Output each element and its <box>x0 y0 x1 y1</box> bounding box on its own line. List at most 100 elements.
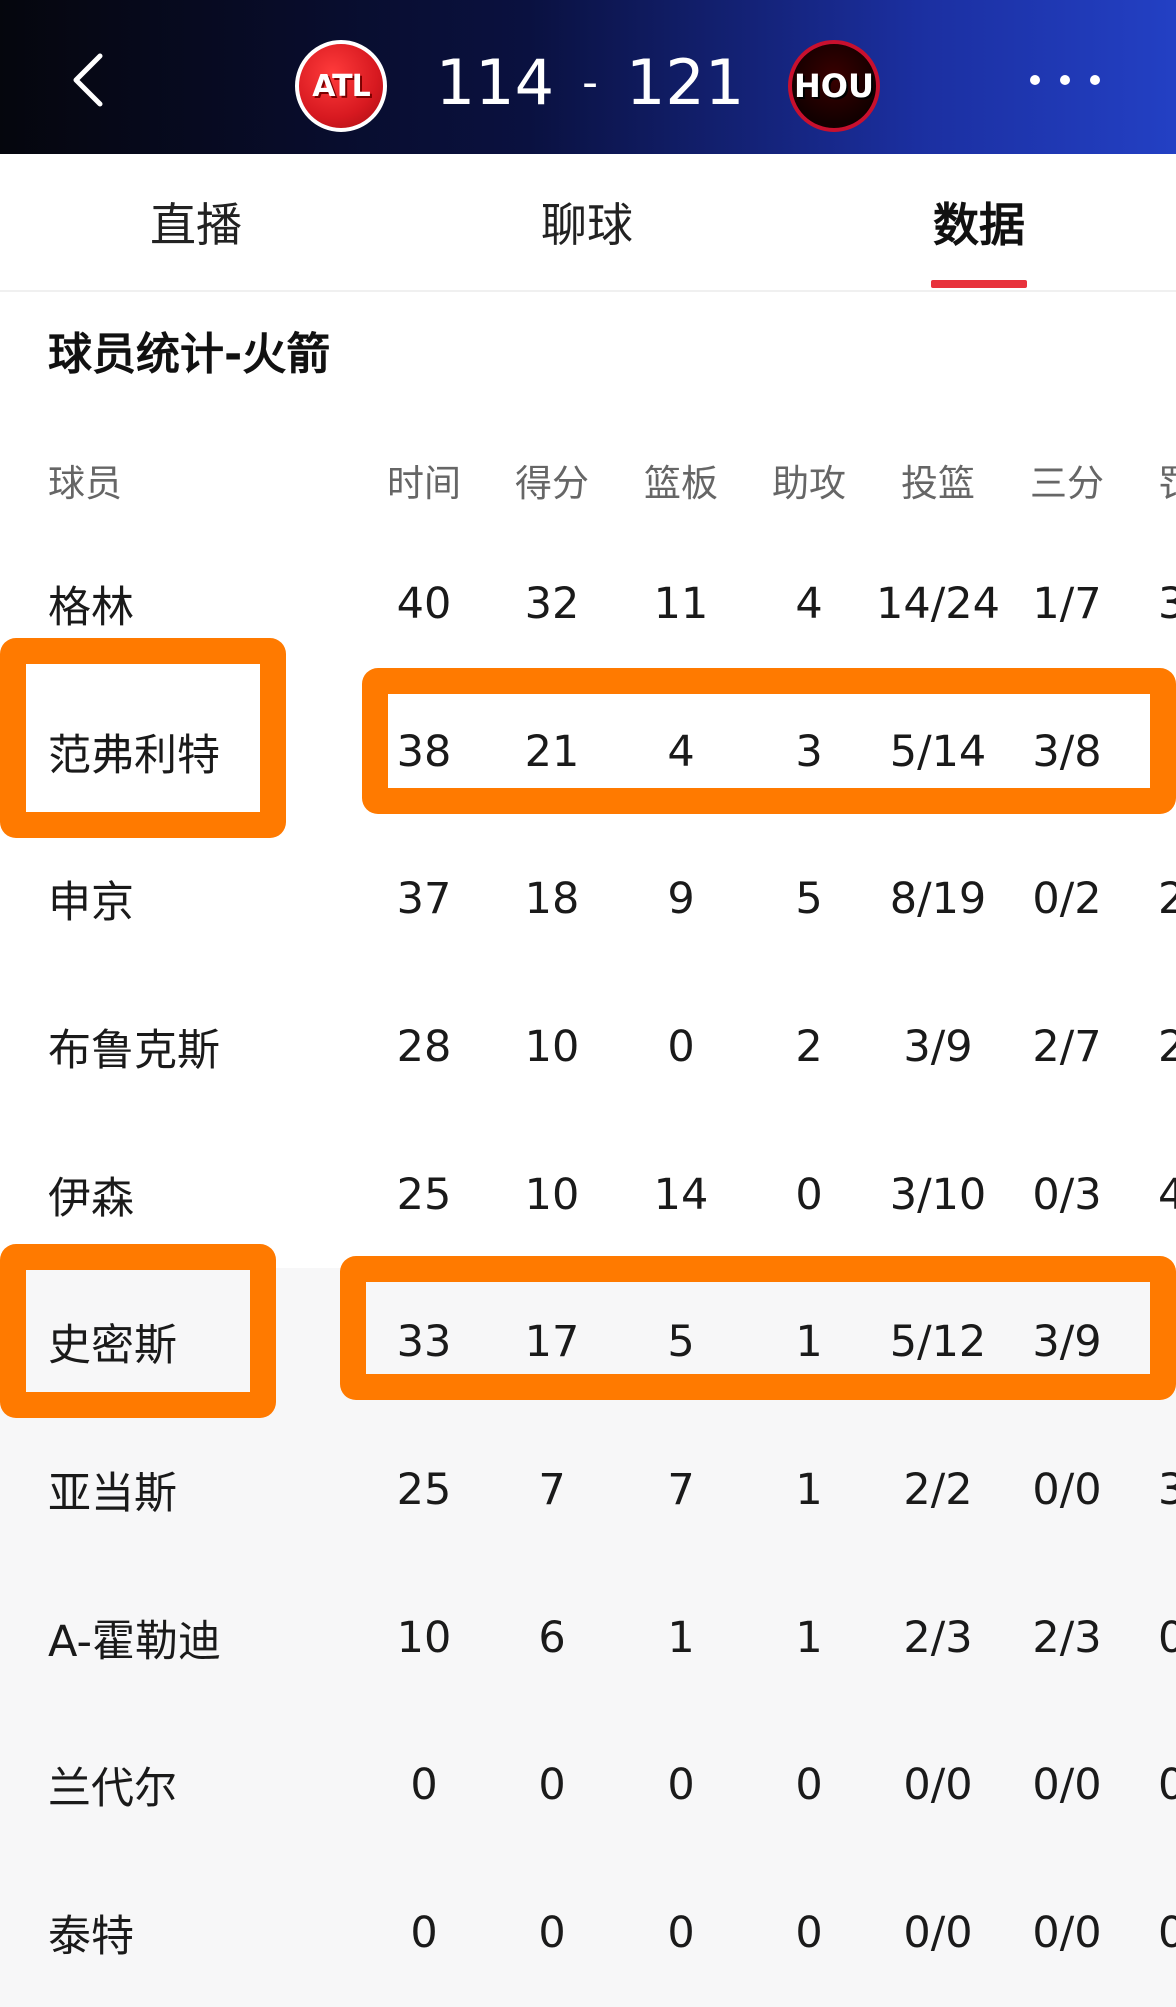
stat-cell: 0 <box>1158 1612 1176 1663</box>
stat-cell: 0 <box>538 1908 566 1959</box>
home-score: 114 <box>435 45 555 119</box>
stat-cell: 4 <box>1158 1169 1176 1220</box>
highlight-box-stats <box>362 668 1176 814</box>
stat-cell: 2/3 <box>903 1612 973 1663</box>
tab-bar: 直播 聊球 数据 <box>0 154 1176 292</box>
home-team-abbr: ATL <box>312 68 370 104</box>
more-button[interactable] <box>1030 70 1100 90</box>
column-header[interactable]: 篮板 <box>626 430 736 530</box>
player-name[interactable]: 亚当斯 <box>48 1416 348 1564</box>
player-name[interactable]: 泰特 <box>48 1859 348 2007</box>
stat-cell: 2/7 <box>1032 1021 1102 1072</box>
more-dots-icon <box>1090 75 1100 85</box>
stat-cell: 0/2 <box>1032 874 1102 925</box>
stat-cell: 18 <box>524 874 580 925</box>
stat-cell: 10 <box>524 1021 580 1072</box>
tab-live[interactable]: 直播 <box>96 190 296 260</box>
game-header: ATL 114 - 121 HOU <box>0 0 1176 154</box>
stat-cell: 3 <box>1158 1464 1176 1515</box>
chevron-left-icon <box>73 53 103 107</box>
highlight-box-name <box>0 638 286 838</box>
stat-cell: 2 <box>1158 1021 1176 1072</box>
stat-cell: 0/0 <box>1032 1908 1102 1959</box>
stat-cell: 8/19 <box>889 874 987 925</box>
table-row[interactable]: 兰代尔 0 0 0 0 0/0 0/0 0 <box>0 1711 1176 1860</box>
stat-cell: 37 <box>396 874 452 925</box>
stat-cell: 28 <box>396 1021 452 1072</box>
back-button[interactable] <box>58 50 118 110</box>
table-row[interactable]: 布鲁克斯 28 10 0 2 3/9 2/7 2 <box>0 973 1176 1121</box>
stat-cell: 9 <box>667 874 695 925</box>
player-name[interactable]: 申京 <box>48 825 348 973</box>
stat-cell: 0 <box>1158 1760 1176 1811</box>
stat-cell: 2/3 <box>1032 1612 1102 1663</box>
tab-data[interactable]: 数据 <box>879 190 1079 260</box>
stat-cell: 25 <box>396 1169 452 1220</box>
stat-cell: 0 <box>667 1021 695 1072</box>
stat-cell: 1 <box>795 1464 823 1515</box>
stat-cell: 0/0 <box>903 1908 973 1959</box>
stat-cell: 7 <box>667 1464 695 1515</box>
stat-cell: 0 <box>667 1760 695 1811</box>
stat-cell: 2 <box>795 1021 823 1072</box>
highlight-box-stats <box>340 1256 1176 1400</box>
stat-cell: 0 <box>1158 1908 1176 1959</box>
player-name[interactable]: 兰代尔 <box>48 1712 348 1860</box>
away-team-abbr: HOU <box>794 67 874 105</box>
away-score: 121 <box>625 45 745 119</box>
stat-cell: 0/3 <box>1032 1169 1102 1220</box>
stat-cell: 32 <box>524 578 580 629</box>
column-header[interactable]: 助攻 <box>754 430 864 530</box>
stat-cell: 10 <box>396 1612 452 1663</box>
stat-cell: 0/0 <box>1032 1464 1102 1515</box>
table-header-row: 球员 时间 得分 篮板 助攻 投篮 三分 罚 <box>0 430 1176 530</box>
section-title: 球员统计-火箭 <box>48 329 331 380</box>
stat-cell: 10 <box>524 1169 580 1220</box>
column-header[interactable]: 罚 <box>1158 430 1176 530</box>
stat-cell: 0 <box>667 1908 695 1959</box>
stat-cell: 11 <box>653 578 709 629</box>
away-team-logo[interactable]: HOU <box>788 40 880 132</box>
stat-cell: 3 <box>1158 578 1176 629</box>
tab-chat[interactable]: 聊球 <box>487 190 687 260</box>
stat-cell: 1 <box>667 1612 695 1663</box>
column-header[interactable]: 球员 <box>48 430 348 530</box>
stat-cell: 1 <box>795 1612 823 1663</box>
player-name[interactable]: A-霍勒迪 <box>48 1564 348 1712</box>
player-name[interactable]: 布鲁克斯 <box>48 973 348 1121</box>
table-row[interactable]: 申京 37 18 9 5 8/19 0/2 2 <box>0 825 1176 973</box>
table-row[interactable]: 亚当斯 25 7 7 1 2/2 0/0 3 <box>0 1416 1176 1564</box>
stat-cell: 6 <box>538 1612 566 1663</box>
column-header[interactable]: 三分 <box>1012 430 1122 530</box>
stat-cell: 0 <box>795 1908 823 1959</box>
stat-cell: 7 <box>538 1464 566 1515</box>
home-team-logo[interactable]: ATL <box>295 40 387 132</box>
highlight-box-name <box>0 1244 276 1418</box>
column-header[interactable]: 时间 <box>369 430 479 530</box>
stat-cell: 2/2 <box>903 1464 973 1515</box>
table-row[interactable]: 泰特 0 0 0 0 0/0 0/0 0 <box>0 1859 1176 2007</box>
scoreboard: 114 - 121 <box>436 42 745 122</box>
active-tab-indicator <box>931 280 1027 288</box>
column-header[interactable]: 投篮 <box>868 430 1008 530</box>
stat-cell: 40 <box>396 578 452 629</box>
stat-cell: 0/0 <box>1032 1760 1102 1811</box>
stat-cell: 2 <box>1158 874 1176 925</box>
stat-cell: 14 <box>653 1169 709 1220</box>
stat-cell: 25 <box>396 1464 452 1515</box>
more-dots-icon <box>1030 75 1040 85</box>
stat-cell: 1/7 <box>1032 578 1102 629</box>
stat-cell: 3/10 <box>889 1169 987 1220</box>
stat-cell: 0 <box>795 1760 823 1811</box>
score-separator: - <box>582 56 598 108</box>
stat-cell: 0/0 <box>903 1760 973 1811</box>
stat-cell: 14/24 <box>876 578 1000 629</box>
stat-cell: 0 <box>538 1760 566 1811</box>
stat-cell: 0 <box>795 1169 823 1220</box>
stat-cell: 0 <box>410 1908 438 1959</box>
column-header[interactable]: 得分 <box>497 430 607 530</box>
stat-cell: 5 <box>795 874 823 925</box>
stat-cell: 3/9 <box>903 1021 973 1072</box>
more-dots-icon <box>1060 75 1070 85</box>
table-row[interactable]: A-霍勒迪 10 6 1 1 2/3 2/3 0 <box>0 1563 1176 1712</box>
